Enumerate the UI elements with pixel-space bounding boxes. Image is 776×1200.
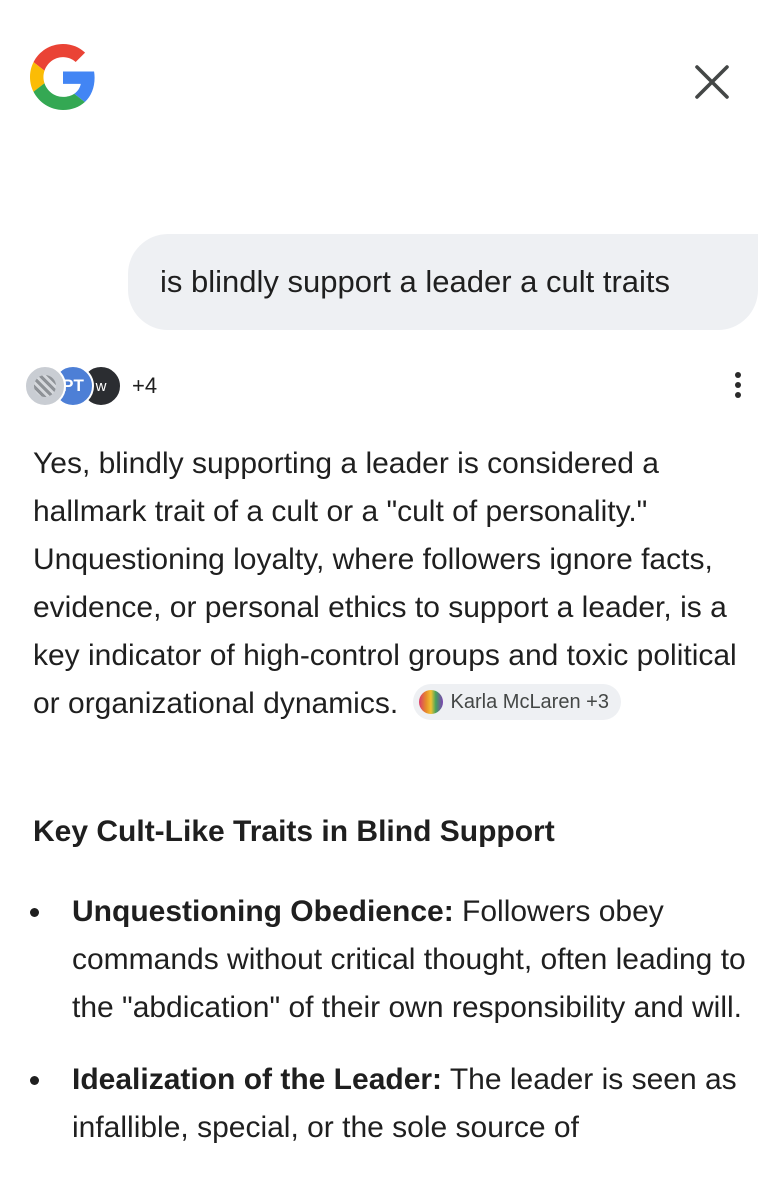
answer-body: Yes, blindly supporting a leader is cons… xyxy=(33,440,753,728)
list-item: Unquestioning Obedience: Followers obey … xyxy=(0,888,756,1032)
list-item: Idealization of the Leader: The leader i… xyxy=(0,1056,756,1152)
bullet-icon xyxy=(30,908,39,917)
source-1-icon xyxy=(24,365,66,407)
query-text: is blindly support a leader a cult trait… xyxy=(160,264,671,299)
more-vert-icon xyxy=(728,372,748,398)
more-options-button[interactable] xyxy=(728,372,748,404)
citation-source-icon xyxy=(418,690,443,715)
answer-paragraph: Yes, blindly supporting a leader is cons… xyxy=(33,440,753,728)
sources-more-count: +4 xyxy=(132,373,158,398)
answer-text: Yes, blindly supporting a leader is cons… xyxy=(33,447,737,720)
section-heading: Key Cult-Like Traits in Blind Support xyxy=(33,815,555,848)
list-item-term: Unquestioning Obedience: xyxy=(72,895,454,928)
citation-label: Karla McLaren +3 xyxy=(450,691,609,714)
google-g-icon xyxy=(30,44,95,110)
citation-chip[interactable]: Karla McLaren +3 xyxy=(412,684,621,721)
sources-row[interactable]: PT w +4 xyxy=(24,364,157,408)
list-item-term: Idealization of the Leader: xyxy=(72,1063,443,1096)
traits-list: Unquestioning Obedience: Followers obey … xyxy=(0,888,776,1176)
close-button[interactable] xyxy=(690,60,734,104)
bullet-icon xyxy=(30,1076,39,1085)
close-icon xyxy=(695,65,729,99)
query-bubble: is blindly support a leader a cult trait… xyxy=(128,234,758,330)
